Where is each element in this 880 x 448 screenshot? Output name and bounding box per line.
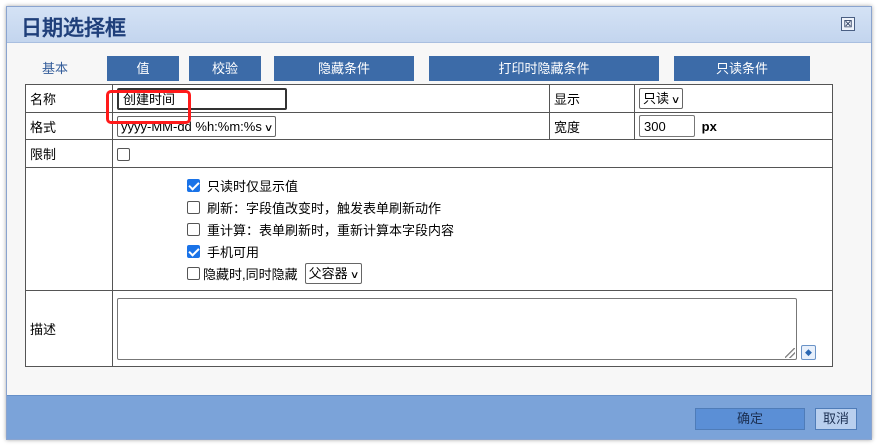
option-label: 只读时仅显示值 <box>207 178 299 194</box>
display-select[interactable]: 只读 ∨ <box>639 88 684 109</box>
resize-grip-icon[interactable] <box>785 347 795 358</box>
option-label: 重计算：表单刷新时，重新计算本字段内容 <box>207 222 455 238</box>
option-mobile: 手机可用 <box>187 240 832 262</box>
description-textarea[interactable] <box>117 297 797 360</box>
table-row: 格式 yyyy-MM-dd %h:%m:%s∨ 宽度 px <box>25 112 833 140</box>
tab-value[interactable]: 值 <box>107 56 179 81</box>
mobile-checkbox[interactable] <box>187 244 200 258</box>
chevron-down-icon: ∨ <box>263 122 274 134</box>
name-input[interactable] <box>117 87 287 110</box>
dialog-footer: 确定 取消 <box>7 395 871 439</box>
width-input[interactable] <box>639 115 695 137</box>
dialog-title: 日期选择框 <box>21 17 126 40</box>
option-label: 隐藏时,同时隐藏 <box>203 266 298 282</box>
table-row: 描述 ◆ <box>25 290 833 367</box>
display-label: 显示 <box>549 84 635 113</box>
chevron-down-icon: ∨ <box>349 269 360 281</box>
desc-label: 描述 <box>25 290 113 367</box>
limit-checkbox[interactable] <box>117 148 130 162</box>
table-row: 只读时仅显示值 刷新：字段值改变时，触发表单刷新动作 重计算：表单刷新时，重新计… <box>25 167 833 291</box>
tab-hide-condition[interactable]: 隐藏条件 <box>274 56 414 81</box>
tab-bar: 基本 值 校验 隐藏条件 打印时隐藏条件 只读条件 <box>19 56 859 82</box>
refresh-checkbox[interactable] <box>187 200 200 214</box>
format-select-value: yyyy-MM-dd %h:%m:%s <box>121 118 262 134</box>
date-picker-dialog: 日期选择框 ⊠ 基本 值 校验 隐藏条件 打印时隐藏条件 只读条件 名称 显示 … <box>6 6 872 440</box>
format-select[interactable]: yyyy-MM-dd %h:%m:%s ∨ <box>117 115 277 137</box>
expand-editor-icon[interactable]: ◆ <box>801 344 816 360</box>
properties-table: 名称 显示 只读∨ 格式 yyyy-MM-dd %h:%m:%s∨ 宽度 px … <box>25 84 833 367</box>
hide-with-checkbox[interactable] <box>187 266 200 280</box>
cancel-button[interactable]: 取消 <box>815 408 857 430</box>
options-cell: 只读时仅显示值 刷新：字段值改变时，触发表单刷新动作 重计算：表单刷新时，重新计… <box>112 167 833 291</box>
option-label: 刷新：字段值改变时，触发表单刷新动作 <box>207 200 442 216</box>
option-label: 手机可用 <box>207 244 260 260</box>
option-readonly-show-value: 只读时仅显示值 <box>187 174 832 196</box>
width-unit: px <box>701 118 717 134</box>
option-recalculate: 重计算：表单刷新时，重新计算本字段内容 <box>187 218 832 240</box>
chevron-down-icon: ∨ <box>670 95 681 106</box>
hide-with-select[interactable]: 父容器 ∨ <box>304 262 362 284</box>
recalculate-checkbox[interactable] <box>187 222 200 236</box>
close-icon[interactable]: ⊠ <box>841 17 855 31</box>
ok-button[interactable]: 确定 <box>695 408 805 430</box>
table-row: 名称 显示 只读∨ <box>25 84 833 113</box>
table-row: 限制 <box>25 139 833 168</box>
width-label: 宽度 <box>549 112 635 140</box>
dialog-titlebar: 日期选择框 ⊠ <box>7 7 871 43</box>
tab-basic[interactable]: 基本 <box>19 56 91 81</box>
name-label: 名称 <box>25 84 113 113</box>
option-refresh: 刷新：字段值改变时，触发表单刷新动作 <box>187 196 832 218</box>
tab-readonly-condition[interactable]: 只读条件 <box>674 56 810 81</box>
hide-with-select-value: 父容器 <box>308 265 348 281</box>
limit-label: 限制 <box>25 139 113 168</box>
format-label: 格式 <box>25 112 113 140</box>
tab-validation[interactable]: 校验 <box>189 56 261 81</box>
readonly-show-value-checkbox[interactable] <box>187 178 200 192</box>
tab-print-hide-condition[interactable]: 打印时隐藏条件 <box>429 56 659 81</box>
display-select-value: 只读 <box>643 91 670 106</box>
option-hide-with: 隐藏时,同时隐藏 父容器 ∨ <box>187 262 832 284</box>
